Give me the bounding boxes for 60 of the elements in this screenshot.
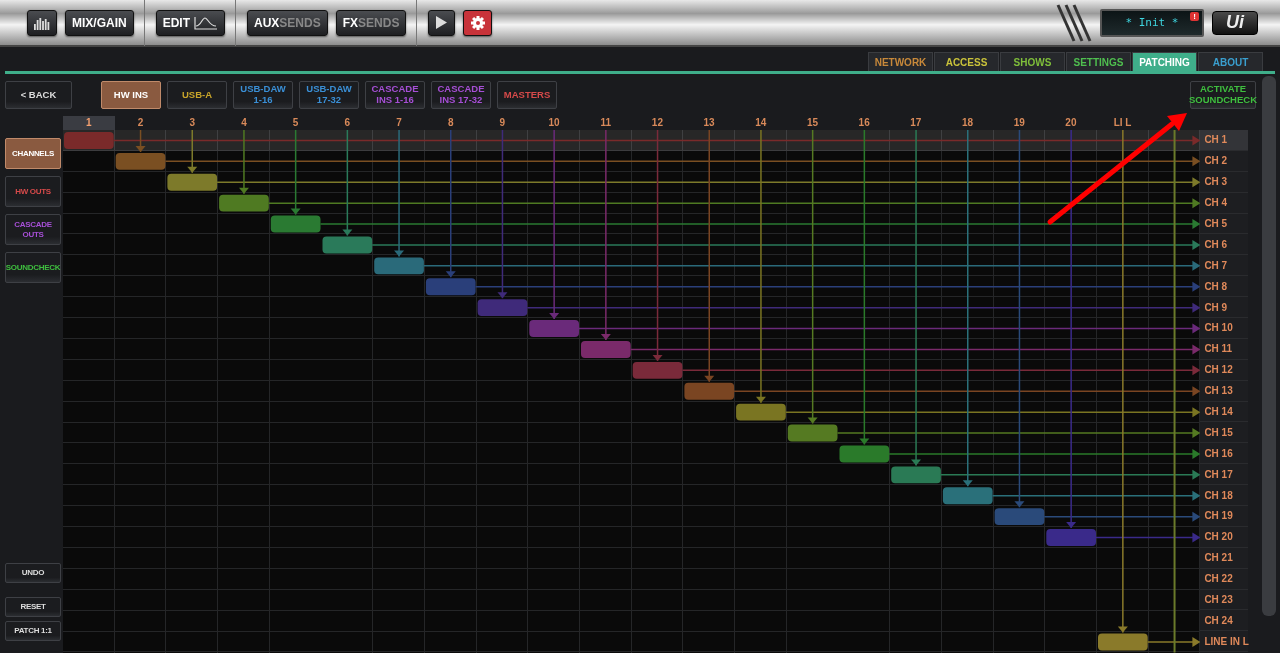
alert-badge: !: [1190, 11, 1199, 21]
gear-icon: [470, 15, 485, 30]
column-header: 6: [343, 116, 352, 130]
eq-curve-icon: [194, 15, 218, 30]
column-header: 4: [240, 116, 248, 130]
action-button[interactable]: RESET: [5, 597, 61, 617]
column-header: 10: [547, 116, 561, 130]
action-button[interactable]: UNDO: [5, 563, 61, 583]
sends-button[interactable]: AUXSENDS: [247, 9, 328, 36]
column-header: 8: [446, 116, 455, 130]
column-header: 2: [136, 116, 145, 130]
column-header: 1: [63, 116, 115, 130]
column-header: LI L: [1112, 116, 1133, 130]
source-tab[interactable]: USB-A: [167, 81, 227, 109]
meter-icon: [34, 15, 50, 30]
settings-tab[interactable]: ACCESS: [934, 52, 999, 71]
source-tab[interactable]: HW INS: [101, 81, 161, 109]
settings-tab[interactable]: SETTINGS: [1066, 52, 1131, 71]
edit-button[interactable]: EDIT: [155, 9, 225, 36]
destination-tab[interactable]: CASCADE OUTS: [5, 214, 61, 245]
scrollbar[interactable]: [1262, 76, 1276, 616]
column-header: 17: [909, 116, 923, 130]
source-tab[interactable]: MASTERS: [497, 81, 557, 109]
logo-button[interactable]: Ui: [1212, 10, 1258, 35]
back-button[interactable]: < BACK: [5, 81, 72, 109]
settings-tab[interactable]: ABOUT: [1198, 52, 1263, 71]
meters-button[interactable]: [27, 9, 57, 36]
source-tab[interactable]: USB-DAW 1-16: [233, 81, 293, 109]
column-header: 9: [498, 116, 507, 130]
channel-label[interactable]: CH 1: [1200, 130, 1249, 151]
column-header: 18: [960, 116, 975, 130]
status-display: * Init * !: [1100, 8, 1204, 37]
signal-arrow: [1146, 637, 1201, 648]
column-header: 11: [599, 116, 612, 130]
activate-soundcheck-button[interactable]: ACTIVATE SOUNDCHECK: [1190, 81, 1256, 109]
source-tab[interactable]: CASCADE INS 17-32: [431, 81, 491, 109]
play-button[interactable]: [428, 9, 456, 36]
action-button[interactable]: PATCH 1:1: [5, 621, 61, 641]
sends-button[interactable]: FXSENDS: [335, 9, 407, 36]
destination-tab[interactable]: SOUNDCHECK: [5, 252, 61, 283]
destination-tab[interactable]: CHANNELS: [5, 138, 61, 169]
source-tab[interactable]: CASCADE INS 1-16: [365, 81, 425, 109]
destination-tab[interactable]: HW OUTS: [5, 176, 61, 207]
column-header: 13: [702, 116, 716, 130]
column-header: 5: [291, 116, 300, 130]
column-header: 16: [857, 116, 871, 130]
play-icon: [436, 16, 448, 29]
settings-tab[interactable]: NETWORK: [868, 52, 933, 71]
column-header: 3: [188, 116, 196, 130]
settings-tab[interactable]: SHOWS: [1000, 52, 1065, 71]
settings-button[interactable]: [463, 9, 493, 36]
slashes-icon: [1056, 2, 1092, 43]
column-header: 20: [1064, 116, 1078, 130]
mix-gain-button[interactable]: MIX/GAIN: [65, 9, 134, 36]
source-tab[interactable]: USB-DAW 17-32: [299, 81, 359, 109]
column-header: 19: [1012, 116, 1026, 130]
column-header: 14: [754, 116, 768, 130]
column-header: 12: [650, 116, 664, 130]
column-header: 15: [805, 116, 820, 130]
column-header: 7: [395, 116, 403, 130]
